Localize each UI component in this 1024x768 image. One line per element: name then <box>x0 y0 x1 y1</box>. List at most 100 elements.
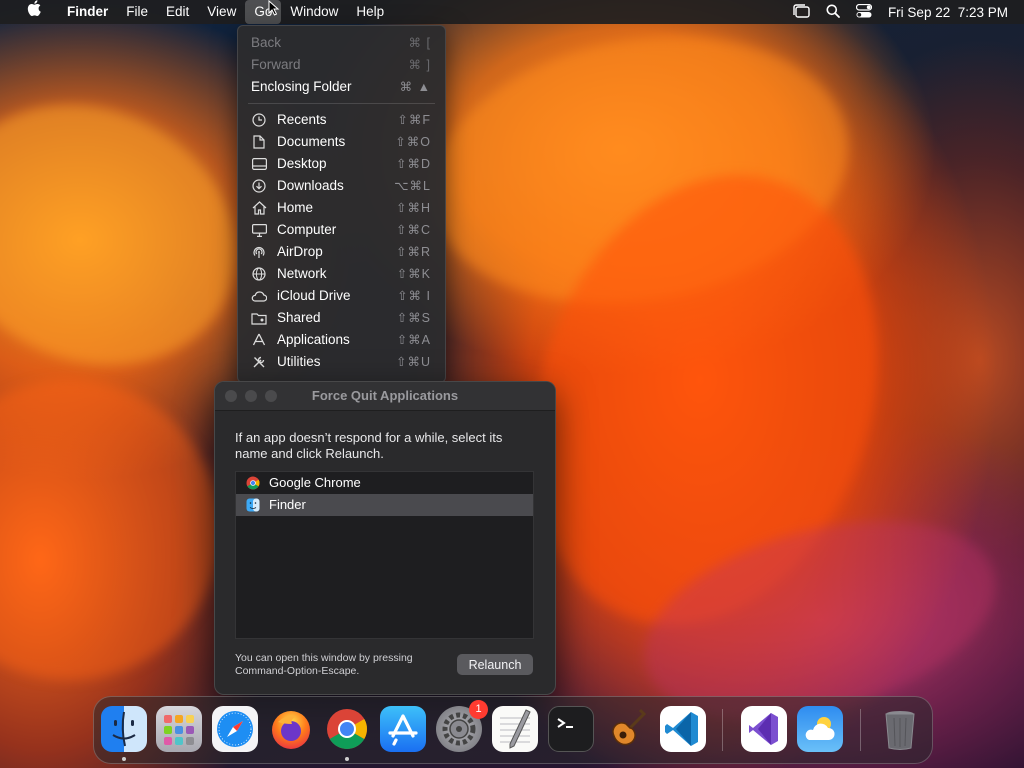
menu-item-label: Shared <box>277 310 321 325</box>
dock-safari[interactable] <box>212 706 258 752</box>
menu-item-label: Desktop <box>277 156 327 171</box>
dock-visual-studio-code[interactable] <box>660 706 706 752</box>
menu-file[interactable]: File <box>117 0 157 24</box>
desktop-icon <box>251 156 267 172</box>
menu-item-documents[interactable]: Documents ⇧⌘O <box>238 131 445 153</box>
hint-line-2: Command-Option-Escape. <box>235 665 360 677</box>
trash-icon <box>885 711 915 750</box>
control-center-icon[interactable] <box>855 3 873 21</box>
menu-item-shortcut: ⇧⌘R <box>395 245 431 259</box>
window-titlebar[interactable]: Force Quit Applications <box>215 382 555 411</box>
window-controls <box>225 390 277 402</box>
menu-item-shortcut: ⇧⌘C <box>395 223 431 237</box>
vscode-icon <box>665 712 698 746</box>
menu-item-shortcut: ⇧⌘F <box>397 113 431 127</box>
close-window-button[interactable] <box>225 390 237 402</box>
window-title: Force Quit Applications <box>311 388 459 403</box>
menu-view[interactable]: View <box>198 0 245 24</box>
dock-visual-studio[interactable] <box>741 706 787 752</box>
dock-terminal[interactable] <box>548 706 594 752</box>
cloud-icon <box>251 288 267 304</box>
menu-item-label: AirDrop <box>277 244 323 259</box>
finder-icon <box>246 498 260 512</box>
menu-item-shortcut: ⇧⌘U <box>395 355 431 369</box>
menu-item-label: Utilities <box>277 354 321 369</box>
menu-item-airdrop[interactable]: AirDrop ⇧⌘R <box>238 241 445 263</box>
force-quit-hint: You can open this window by pressing Com… <box>235 652 413 678</box>
dock-garageband[interactable] <box>604 706 650 752</box>
document-icon <box>251 134 267 150</box>
running-indicator <box>122 757 126 761</box>
menu-item-label: Network <box>277 266 327 281</box>
hint-line-1: You can open this window by pressing <box>235 652 413 664</box>
go-menu: Back ⌘ [ Forward ⌘ ] Enclosing Folder ⌘ … <box>237 25 446 383</box>
menu-item-desktop[interactable]: Desktop ⇧⌘D <box>238 153 445 175</box>
dock-google-chrome[interactable] <box>324 706 370 752</box>
minimize-window-button[interactable] <box>245 390 257 402</box>
menu-item-back[interactable]: Back ⌘ [ <box>238 32 445 54</box>
dock-separator <box>860 709 861 751</box>
spotlight-search-icon[interactable] <box>826 4 840 21</box>
menubar-clock[interactable]: Fri Sep 22 7:23 PM <box>888 5 1008 20</box>
dock-weather[interactable] <box>797 706 843 752</box>
menu-item-shortcut: ⇧⌘S <box>396 311 431 325</box>
dock-finder[interactable] <box>101 706 147 752</box>
terminal-icon <box>557 718 573 728</box>
menu-item-computer[interactable]: Computer ⇧⌘C <box>238 219 445 241</box>
finder-icon <box>112 711 136 747</box>
dock-firefox[interactable] <box>268 706 314 752</box>
notification-badge: 1 <box>469 700 488 719</box>
dock-system-settings[interactable]: 1 <box>436 700 488 752</box>
menu-help[interactable]: Help <box>347 0 393 24</box>
menu-item-label: Back <box>251 35 282 50</box>
menu-item-label: Recents <box>277 112 327 127</box>
menu-item-label: Computer <box>277 222 337 237</box>
menu-item-enclosing-folder[interactable]: Enclosing Folder ⌘ ▲ <box>238 76 445 98</box>
list-item-google-chrome[interactable]: Google Chrome <box>236 472 533 494</box>
dock-trash[interactable] <box>877 706 923 752</box>
zoom-window-button[interactable] <box>265 390 277 402</box>
firefox-icon <box>272 711 310 749</box>
app-list[interactable]: Google Chrome Finder <box>235 471 534 639</box>
dock-app-store[interactable] <box>380 706 426 752</box>
menu-item-downloads[interactable]: Downloads ⌥⌘L <box>238 175 445 197</box>
menu-item-icloud-drive[interactable]: iCloud Drive ⇧⌘ I <box>238 285 445 307</box>
menu-edit[interactable]: Edit <box>157 0 198 24</box>
list-item-finder[interactable]: Finder <box>236 494 533 516</box>
menu-item-shortcut: ⇧⌘A <box>396 333 431 347</box>
menu-item-applications[interactable]: Applications ⇧⌘A <box>238 329 445 351</box>
menu-item-label: Applications <box>277 332 350 347</box>
stage-manager-icon[interactable] <box>792 3 810 21</box>
menu-item-shortcut: ⌘ [ <box>408 36 431 50</box>
menu-separator <box>248 103 435 104</box>
menu-window[interactable]: Window <box>281 0 347 24</box>
menu-item-shared[interactable]: Shared ⇧⌘S <box>238 307 445 329</box>
menu-item-shortcut: ⇧⌘O <box>395 135 431 149</box>
menu-app-finder[interactable]: Finder <box>58 0 117 24</box>
force-quit-window: Force Quit Applications If an app doesn’… <box>214 381 556 695</box>
running-indicator <box>345 757 349 761</box>
visual-studio-icon <box>749 713 778 745</box>
launchpad-icon <box>164 715 194 745</box>
menu-item-forward[interactable]: Forward ⌘ ] <box>238 54 445 76</box>
menu-item-label: Enclosing Folder <box>251 79 352 94</box>
home-icon <box>251 200 267 216</box>
menu-item-shortcut: ⌥⌘L <box>394 179 431 193</box>
menu-item-home[interactable]: Home ⇧⌘H <box>238 197 445 219</box>
menu-item-utilities[interactable]: Utilities ⇧⌘U <box>238 351 445 373</box>
dock-textedit[interactable] <box>492 706 538 752</box>
menu-item-network[interactable]: Network ⇧⌘K <box>238 263 445 285</box>
utilities-icon <box>251 354 267 370</box>
menu-item-shortcut: ⇧⌘ I <box>397 289 431 303</box>
compass-icon <box>217 711 253 747</box>
chrome-icon <box>327 709 367 749</box>
dock-launchpad[interactable] <box>156 706 202 752</box>
relaunch-button[interactable]: Relaunch <box>457 654 533 675</box>
menu-item-recents[interactable]: Recents ⇧⌘F <box>238 109 445 131</box>
mouse-cursor-icon <box>268 0 280 16</box>
guitar-icon <box>612 708 647 746</box>
apple-menu-icon[interactable] <box>10 0 58 24</box>
clock-icon <box>251 112 267 128</box>
weather-icon <box>805 717 835 740</box>
menu-item-shortcut: ⌘ ] <box>408 58 431 72</box>
